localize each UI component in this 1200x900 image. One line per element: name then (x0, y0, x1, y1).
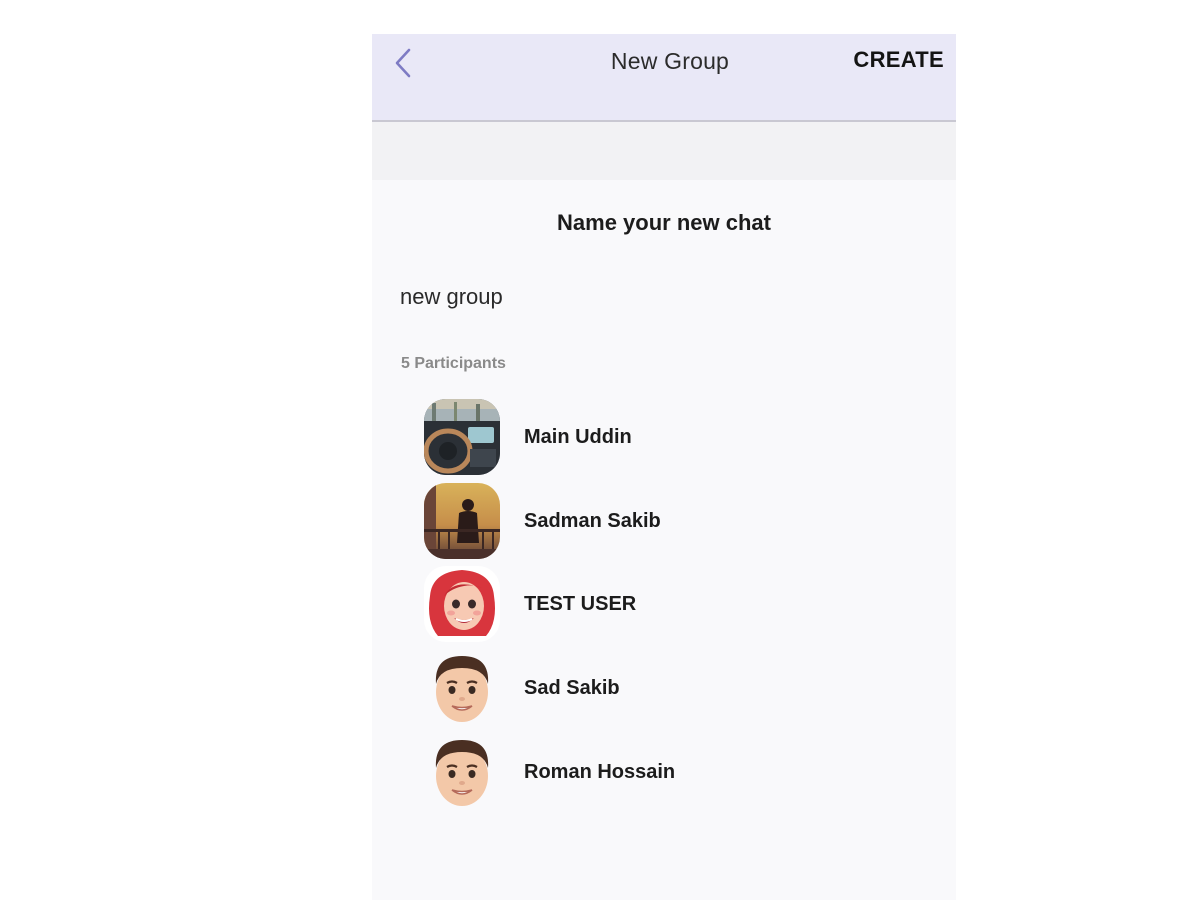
man-emoji-icon (435, 656, 489, 722)
participant-item[interactable]: Roman Hossain (424, 732, 844, 812)
silhouette-sunset-photo-icon (424, 483, 500, 559)
header-spacer (372, 122, 956, 180)
participant-name: Sadman Sakib (524, 509, 661, 532)
red-hair-woman-emoji-icon (429, 570, 495, 636)
avatar (424, 483, 500, 559)
participant-item[interactable]: Sadman Sakib (424, 481, 844, 561)
chat-name-input[interactable] (400, 281, 920, 313)
man-emoji-icon (435, 740, 489, 806)
app-bar: New Group CREATE (372, 34, 956, 122)
participant-name: Sad Sakib (524, 676, 620, 699)
participants-count-label: 5 Participants (401, 355, 506, 372)
participant-name: Roman Hossain (524, 760, 676, 783)
participant-item[interactable]: Sad Sakib (424, 648, 844, 728)
participant-name: TEST USER (524, 592, 637, 615)
participant-item[interactable]: TEST USER (424, 564, 844, 644)
participant-item[interactable]: Main Uddin (424, 397, 844, 477)
name-chat-heading: Name your new chat (557, 210, 771, 235)
create-button[interactable]: CREATE (853, 47, 944, 73)
avatar (424, 734, 500, 810)
avatar (424, 650, 500, 726)
avatar (424, 566, 500, 642)
participant-name: Main Uddin (524, 425, 632, 448)
car-dashboard-photo-icon (424, 399, 500, 475)
avatar (424, 399, 500, 475)
new-group-screen: New Group CREATE Name your new chat 5 Pa… (372, 34, 956, 900)
